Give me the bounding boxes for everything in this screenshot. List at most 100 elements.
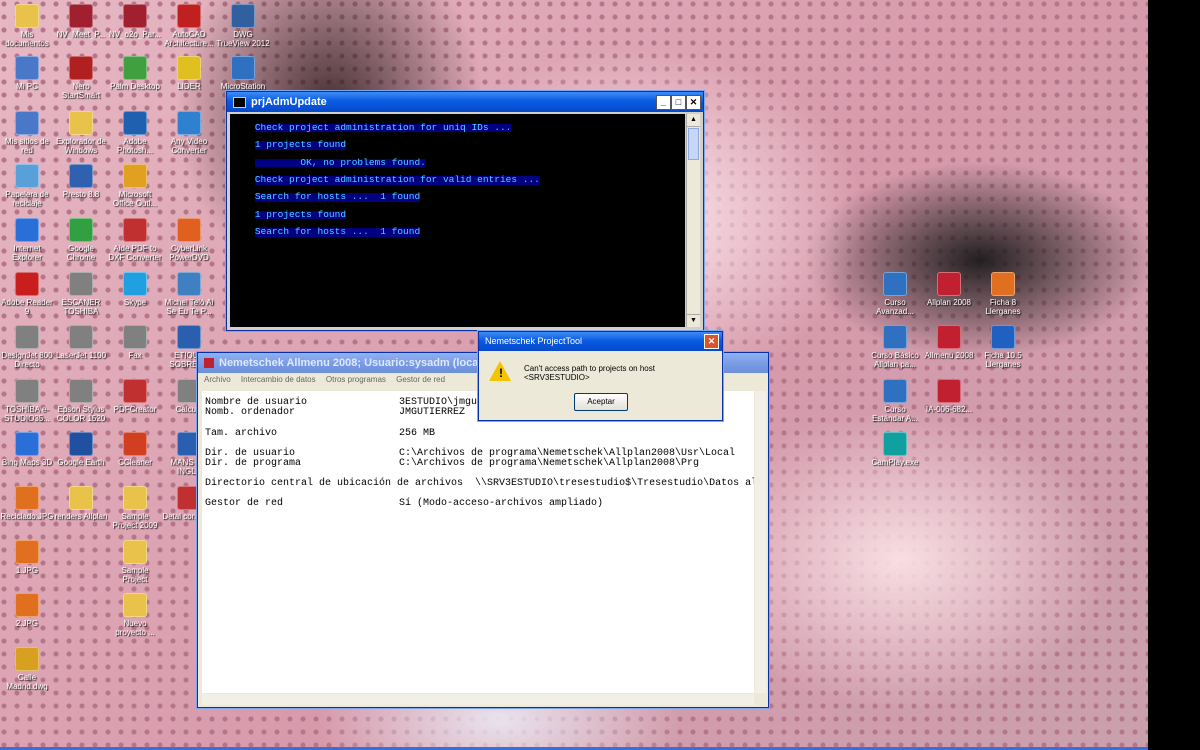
desktop-icon-label: Allplan 2008	[926, 298, 972, 307]
allmenu-icon	[937, 325, 961, 349]
desktop-icon[interactable]: Curso Estándar A...	[868, 379, 922, 423]
desktop-icon[interactable]: LaserJet 1100	[54, 325, 108, 360]
dialog-close-button[interactable]: ✕	[704, 334, 719, 349]
desktop-icon[interactable]: Mis documentos	[0, 4, 54, 48]
desktop-icon[interactable]: Nero StartSmart	[54, 56, 108, 100]
ficha-icon	[991, 325, 1015, 349]
desktop-icon[interactable]: Reciclado.JPG	[0, 486, 54, 521]
desktop-icon-label: Google Chrome	[66, 244, 96, 262]
scanner-icon	[69, 272, 93, 296]
allplan-course-icon	[883, 272, 907, 296]
info-value: 256 MB	[399, 428, 436, 439]
scroll-down-arrow[interactable]: ▼	[687, 314, 700, 327]
desktop-icon[interactable]: Mis sitios de red	[0, 111, 54, 155]
desktop-icon-label: Nero StartSmart	[61, 82, 101, 100]
desktop-icon[interactable]: Adobe Reader 9	[0, 272, 54, 316]
bing-maps-icon	[15, 432, 39, 456]
console-line: OK, no problems found.	[254, 156, 426, 168]
desktop-icon[interactable]: Presto 8.8	[54, 164, 108, 199]
image-file-icon	[937, 379, 961, 403]
info-value: C:\Archivos de programa\Nemetschek\Allpl…	[399, 458, 700, 469]
console-window[interactable]: prjAdmUpdate _ □ ✕ Check project adminis…	[226, 91, 704, 331]
desktop-icon[interactable]: Google Chrome	[54, 218, 108, 262]
desktop-icon[interactable]: Curso Avanzad...	[868, 272, 922, 316]
desktop-icon[interactable]: Curso Básico Allplan pa...	[868, 325, 922, 369]
desktop-icon[interactable]: ESCANER TOSHIBA	[54, 272, 108, 316]
desktop-icon-label: Curso Estándar A...	[872, 405, 918, 423]
desktop-icon[interactable]: Michel Teló Ai Se Eu Te P...	[162, 272, 216, 316]
desktop-icon[interactable]: Nuevo proyecto ...	[108, 593, 162, 637]
desktop-icon[interactable]: MicroStation	[216, 56, 270, 91]
desktop-icon[interactable]: CyberLink PowerDVD	[162, 218, 216, 262]
console-title-bar[interactable]: prjAdmUpdate _ □ ✕	[227, 92, 703, 112]
desktop-icon[interactable]: Google Earth	[54, 432, 108, 467]
desktop-icon-label: CyberLink PowerDVD	[169, 244, 209, 262]
outlook-icon	[123, 164, 147, 188]
desktop-icon[interactable]: Aide PDF to DXF Converter	[108, 218, 162, 262]
desktop-icon[interactable]: CCleaner	[108, 432, 162, 467]
desktop-icon[interactable]: Fax	[108, 325, 162, 360]
accept-button[interactable]: Aceptar	[574, 393, 628, 411]
desktop-icon[interactable]: IA-006-682...	[922, 379, 976, 414]
allmenu-horizontal-scrollbar[interactable]	[202, 694, 754, 705]
desktop-icon[interactable]: Papelera de reciclaje	[0, 164, 54, 208]
skype-icon	[123, 272, 147, 296]
desktop-icon[interactable]: PDFCreator	[108, 379, 162, 414]
error-dialog[interactable]: Nemetschek ProjectTool ✕ ! Can't access …	[478, 331, 723, 421]
scroll-thumb[interactable]	[688, 128, 699, 160]
chrome-icon	[69, 218, 93, 242]
allmenu-vertical-scrollbar[interactable]	[755, 391, 766, 693]
menu-gestor-de-red[interactable]: Gestor de red	[396, 375, 445, 384]
cte-icon	[177, 56, 201, 80]
scroll-up-arrow[interactable]: ▲	[687, 114, 700, 127]
console-scrollbar[interactable]: ▲ ▼	[686, 114, 700, 327]
desktop-icon[interactable]: Explorador de Windows	[54, 111, 108, 155]
desktop-icon[interactable]: Epson Stylus COLOR 1520	[54, 379, 108, 423]
desktop-icon[interactable]: TOSHIBA e-STUDIO35...	[0, 379, 54, 423]
desktop-icon[interactable]: Any Video Converter	[162, 111, 216, 155]
maximize-button[interactable]: □	[671, 95, 686, 110]
desktop-icon[interactable]: Microsoft Office Outl...	[108, 164, 162, 208]
desktop-icon[interactable]: renders Allplan	[54, 486, 108, 521]
desktop-icon[interactable]: Skype	[108, 272, 162, 307]
desktop-icon[interactable]: Sample Project	[108, 540, 162, 584]
dialog-title-bar[interactable]: Nemetschek ProjectTool ✕	[479, 332, 722, 351]
desktop-icon[interactable]: Mi PC	[0, 56, 54, 91]
desktop-icon[interactable]: Bing Maps 3D	[0, 432, 54, 467]
console-line: Check project administration for valid e…	[254, 173, 540, 185]
desktop-icon-label: Explorador de Windows	[56, 137, 106, 155]
desktop-icon[interactable]: Sample Project 2009	[108, 486, 162, 530]
shortcut-icon	[69, 4, 93, 28]
desktop-icon[interactable]: DWG TrueView 2012	[216, 4, 270, 48]
minimize-button[interactable]: _	[656, 95, 671, 110]
menu-otros-programas[interactable]: Otros programas	[326, 375, 386, 384]
desktop-icon-label: Ficha 8 Llerganes	[985, 298, 1021, 316]
desktop-icon[interactable]: Internet Explorer	[0, 218, 54, 262]
fax-icon	[123, 325, 147, 349]
desktop-icon[interactable]: 2.JPG	[0, 593, 54, 628]
desktop-icon[interactable]: Ficha 10.5 Llerganes	[976, 325, 1030, 369]
close-button[interactable]: ✕	[686, 95, 701, 110]
dwg-file-icon	[15, 647, 39, 671]
info-row-ordenador: Nomb. ordenador JMGUTIERREZ	[205, 407, 465, 418]
desktop-icon[interactable]: Palm Desktop	[108, 56, 162, 91]
desktop-icon[interactable]: DesignJet 800 Directo	[0, 325, 54, 369]
desktop-icon[interactable]: Adobe Photosh...	[108, 111, 162, 155]
console-line: 1 projects found	[254, 208, 347, 220]
desktop-icon[interactable]: Ficha 8 Llerganes	[976, 272, 1030, 316]
desktop-icon[interactable]: NV_o2o_Par...	[108, 4, 162, 39]
allplan-course-icon	[883, 379, 907, 403]
desktop-icon[interactable]: LIDER	[162, 56, 216, 91]
info-label: Nomb. ordenador	[205, 407, 296, 418]
desktop-icon[interactable]: Allmenu 2008	[922, 325, 976, 360]
desktop-icon[interactable]: 1.JPG	[0, 540, 54, 575]
desktop-icon[interactable]: Allplan 2008	[922, 272, 976, 307]
desktop-icon[interactable]: Calle Madrid.dwg	[0, 647, 54, 691]
desktop-icon-label: Skype	[123, 298, 147, 307]
desktop-icon[interactable]: NV_Meet_P...	[54, 4, 108, 39]
desktop-icon[interactable]: CamPlay.exe	[868, 432, 922, 467]
menu-intercambio-datos[interactable]: Intercambio de datos	[241, 375, 316, 384]
menu-archivo[interactable]: Archivo	[204, 375, 231, 384]
screen-edge	[1148, 0, 1200, 750]
desktop-icon[interactable]: AutoCAD Architecture...	[162, 4, 216, 48]
